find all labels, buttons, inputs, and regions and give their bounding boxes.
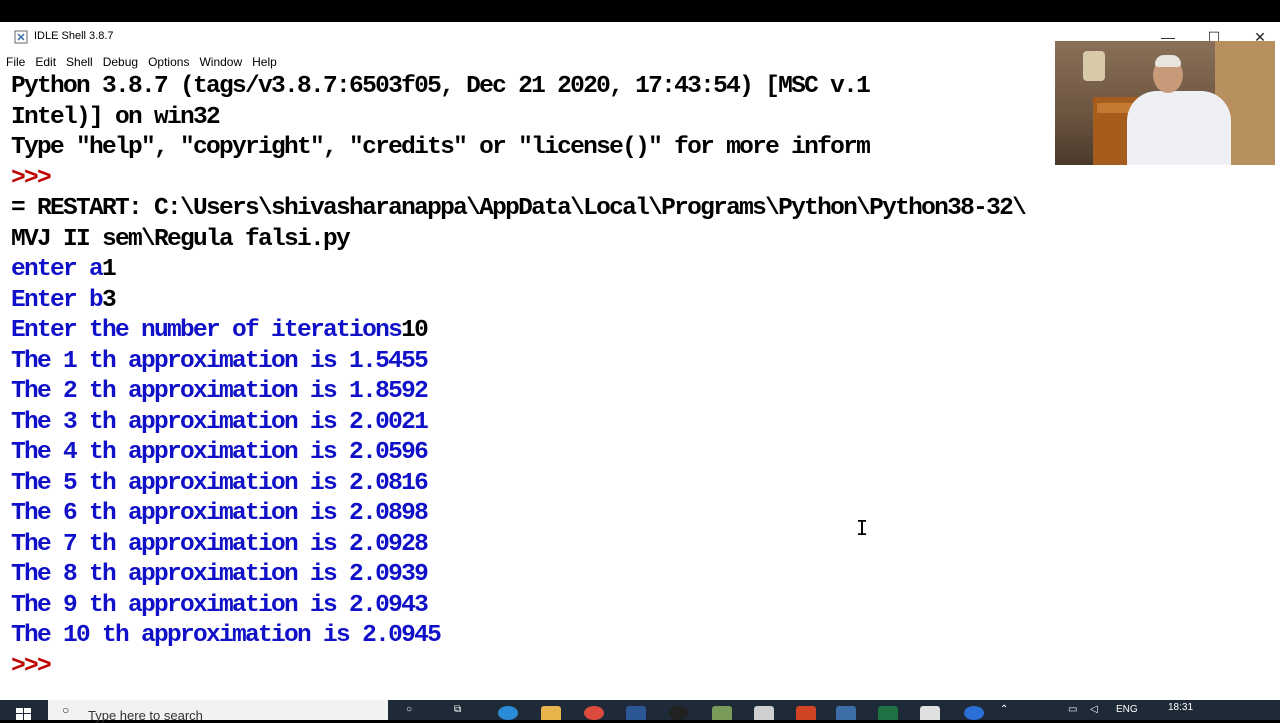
menu-help[interactable]: Help (246, 55, 281, 69)
banner-line-1: Python 3.8.7 (tags/v3.8.7:6503f05, Dec 2… (11, 73, 871, 100)
menu-debug[interactable]: Debug (97, 55, 142, 69)
output-line: The 5 th approximation is 2.0816 (11, 469, 429, 497)
shell-text-area[interactable]: Python 3.8.7 (tags/v3.8.7:6503f05, Dec 2… (0, 72, 1272, 700)
menu-window[interactable]: Window (193, 55, 246, 69)
clock-time[interactable]: 18:31 (1168, 702, 1193, 713)
webcam-person-body (1127, 91, 1231, 165)
search-placeholder: Type here to search (88, 707, 203, 723)
windows-start-icon[interactable] (16, 708, 32, 720)
menu-file[interactable]: File (0, 55, 29, 69)
input-prompt: Enter the number of iterations (11, 317, 403, 344)
edge-icon[interactable] (498, 706, 518, 720)
language-indicator[interactable]: ENG (1116, 704, 1138, 715)
output-line: The 10 th approximation is 2.0945 (11, 622, 442, 649)
taskbar: ○ Type here to search ○ ⧉ ⌃ ▭ ◁ ENG 18:3… (0, 700, 1280, 723)
input-line: Enter b3 (11, 286, 117, 316)
task-view-icon[interactable]: ⧉ (454, 704, 461, 715)
restart-line-2: MVJ II sem\Regula falsi.py (11, 225, 351, 253)
obs-icon[interactable] (669, 706, 689, 720)
search-icon: ○ (62, 703, 70, 717)
powerpoint-icon[interactable] (796, 706, 816, 720)
menu-shell[interactable]: Shell (60, 55, 97, 69)
webcam-lamp (1083, 51, 1105, 81)
input-prompt: Enter b (11, 286, 104, 314)
final-prompt: >>> (11, 652, 52, 680)
output-line: The 6 th approximation is 2.0898 (11, 500, 429, 527)
banner-line-2: Intel)] on win32 (11, 103, 221, 131)
file-explorer-icon[interactable] (541, 706, 561, 720)
idle-taskbar-icon[interactable] (836, 706, 856, 720)
output-line: The 7 th approximation is 2.0928 (11, 530, 429, 558)
menu-options[interactable]: Options (142, 55, 193, 69)
output-line: The 9 th approximation is 2.0943 (11, 591, 429, 619)
app-icon[interactable] (920, 706, 940, 720)
battery-icon[interactable]: ▭ (1068, 704, 1077, 715)
input-value: 3 (102, 286, 117, 314)
restart-line-1: = RESTART: C:\Users\shivasharanappa\AppD… (11, 195, 1027, 222)
cortana-icon[interactable]: ○ (406, 704, 412, 715)
paint-icon[interactable] (712, 706, 732, 720)
text-cursor-icon: Ι (856, 516, 869, 540)
chrome-icon[interactable] (584, 706, 604, 720)
output-line: The 8 th approximation is 2.0939 (11, 561, 429, 588)
banner-line-3: Type "help", "copyright", "credits" or "… (11, 134, 871, 161)
window-title: IDLE Shell 3.8.7 (34, 30, 114, 42)
shell-prompt: >>> (11, 164, 52, 192)
webcam-overlay (1055, 41, 1275, 165)
python-idle-icon (14, 30, 28, 44)
input-value: 10 (401, 317, 429, 344)
output-line: The 4 th approximation is 2.0596 (11, 439, 429, 466)
output-line: The 2 th approximation is 1.8592 (11, 378, 429, 405)
taskbar-search-box[interactable]: ○ Type here to search (48, 700, 388, 723)
menu-edit[interactable]: Edit (29, 55, 60, 69)
input-value: 1 (102, 256, 117, 283)
help-icon[interactable] (964, 706, 984, 720)
output-line: The 1 th approximation is 1.5455 (11, 347, 429, 375)
output-line: The 3 th approximation is 2.0021 (11, 408, 429, 436)
volume-icon[interactable]: ◁ (1090, 704, 1098, 715)
input-line: enter a1 (11, 255, 117, 285)
input-prompt: enter a (11, 256, 104, 283)
excel-icon[interactable] (878, 706, 898, 720)
webcam-person-hair (1155, 55, 1181, 67)
app-icon[interactable] (754, 706, 774, 720)
tray-overflow-icon[interactable]: ⌃ (1000, 704, 1008, 715)
input-line: Enter the number of iterations10 (11, 316, 429, 346)
word-icon[interactable] (626, 706, 646, 720)
